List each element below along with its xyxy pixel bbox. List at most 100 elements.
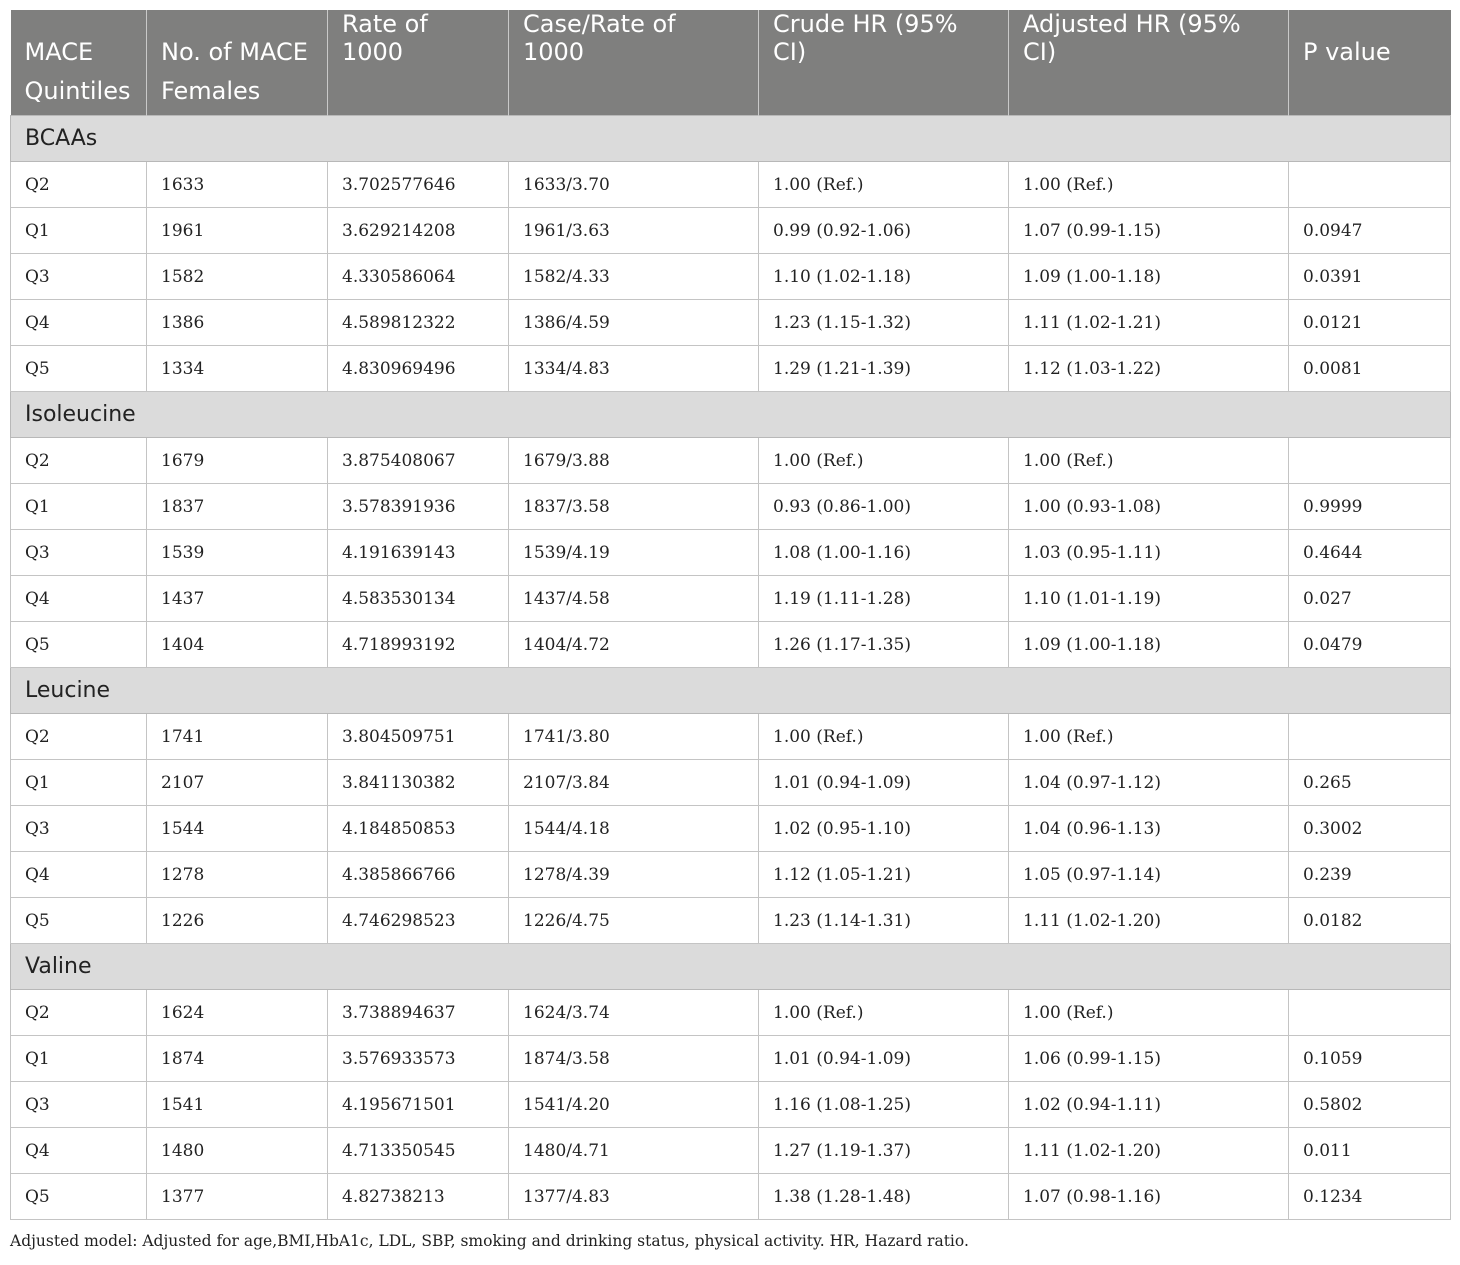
- table-cell: Q5: [10, 897, 147, 944]
- table-cell: 0.93 (0.86-1.00): [758, 483, 1009, 530]
- table-row: Q1 1837 3.578391936 1837/3.58 0.93 (0.86-1.0…: [10, 483, 1451, 530]
- table-cell: 1961/3.63: [508, 207, 759, 254]
- table-cell: 1.00 (Ref.): [1008, 989, 1289, 1036]
- table-cell: 1541: [146, 1081, 328, 1128]
- table-row: Q2 1624 3.738894637 1624/3.74 1.00 (Ref.) 1.0…: [10, 989, 1451, 1036]
- table-cell: 1480: [146, 1127, 328, 1174]
- table-cell: 0.99 (0.92-1.06): [758, 207, 1009, 254]
- table-cell: 1.05 (0.97-1.14): [1008, 851, 1289, 898]
- table-cell: 1539: [146, 529, 328, 576]
- table-cell: 1.12 (1.03-1.22): [1008, 345, 1289, 392]
- table-cell: Q4: [10, 299, 147, 346]
- table-cell: 1.00 (Ref.): [1008, 713, 1289, 760]
- table-cell: 1437: [146, 575, 328, 622]
- table-cell: 1.38 (1.28-1.48): [758, 1173, 1009, 1220]
- group-label: BCAAs: [10, 115, 1451, 162]
- table-cell: 1480/4.71: [508, 1127, 759, 1174]
- table-cell: Q1: [10, 483, 147, 530]
- table-cell: Q4: [10, 851, 147, 898]
- header-cell: Crude HR (95% CI): [758, 10, 1009, 66]
- table-cell: 1633: [146, 161, 328, 208]
- table-cell: 1.11 (1.02-1.20): [1008, 1127, 1289, 1174]
- table-cell: 1.01 (0.94-1.09): [758, 759, 1009, 806]
- table-cell: Q3: [10, 529, 147, 576]
- results-table-container: MACE No. of MACE Rate of 1000 Case/Rate …: [10, 10, 1451, 1220]
- table-cell: 1624: [146, 989, 328, 1036]
- table-cell: 3.875408067: [327, 437, 509, 484]
- table-cell: 1334/4.83: [508, 345, 759, 392]
- table-cell: 1.26 (1.17-1.35): [758, 621, 1009, 668]
- table-cell: 1582/4.33: [508, 253, 759, 300]
- table-cell: 3.629214208: [327, 207, 509, 254]
- table-cell: 4.385866766: [327, 851, 509, 898]
- table-cell: 1.11 (1.02-1.20): [1008, 897, 1289, 944]
- table-cell: Q5: [10, 345, 147, 392]
- header-cell: Adjusted HR (95% CI): [1008, 10, 1289, 66]
- table-cell: 1404/4.72: [508, 621, 759, 668]
- table-cell: 1624/3.74: [508, 989, 759, 1036]
- header-cell: [758, 66, 1009, 116]
- table-cell: 1.29 (1.21-1.39): [758, 345, 1009, 392]
- table-cell: 1386/4.59: [508, 299, 759, 346]
- table-header: MACE No. of MACE Rate of 1000 Case/Rate …: [10, 10, 1451, 116]
- table-cell: 4.82738213: [327, 1173, 509, 1220]
- table-cell: 0.1234: [1288, 1173, 1451, 1220]
- table-row: Q4 1386 4.589812322 1386/4.59 1.23 (1.15-1.3…: [10, 299, 1451, 346]
- table-cell: 1226: [146, 897, 328, 944]
- table-cell: 1.01 (0.94-1.09): [758, 1035, 1009, 1082]
- table-cell: 1837: [146, 483, 328, 530]
- table-cell: Q4: [10, 575, 147, 622]
- table-cell: 1.00 (Ref.): [1008, 161, 1289, 208]
- table-cell: 1874/3.58: [508, 1035, 759, 1082]
- table-cell: Q2: [10, 161, 147, 208]
- table-row: Q4 1278 4.385866766 1278/4.39 1.12 (1.05-1.2…: [10, 851, 1451, 898]
- table-cell: 1.23 (1.14-1.31): [758, 897, 1009, 944]
- table-cell: 0.0391: [1288, 253, 1451, 300]
- table-cell: Q4: [10, 1127, 147, 1174]
- table-row: Q2 1633 3.702577646 1633/3.70 1.00 (Ref.) 1.0…: [10, 161, 1451, 208]
- table-cell: 0.011: [1288, 1127, 1451, 1174]
- table-cell: 1.00 (Ref.): [758, 713, 1009, 760]
- table-cell: 1334: [146, 345, 328, 392]
- table-cell: 1.27 (1.19-1.37): [758, 1127, 1009, 1174]
- table-cell: 1.08 (1.00-1.16): [758, 529, 1009, 576]
- table-row: Q3 1544 4.184850853 1544/4.18 1.02 (0.95-1.1…: [10, 805, 1451, 852]
- table-cell: 1.03 (0.95-1.11): [1008, 529, 1289, 576]
- table-cell: 1.10 (1.02-1.18): [758, 253, 1009, 300]
- table-cell: 0.5802: [1288, 1081, 1451, 1128]
- table-row: Q1 1874 3.576933573 1874/3.58 1.01 (0.94-1.0…: [10, 1035, 1451, 1082]
- table-cell: [1288, 989, 1451, 1036]
- table-cell: 0.4644: [1288, 529, 1451, 576]
- table-cell: 1377: [146, 1173, 328, 1220]
- group-label: Leucine: [10, 667, 1451, 714]
- table-body: BCAAs Q2 1633 3.702577646 1633/3.70 1.00 (Ref…: [10, 115, 1451, 1220]
- results-table: MACE No. of MACE Rate of 1000 Case/Rate …: [10, 10, 1451, 1220]
- table-cell: 1377/4.83: [508, 1173, 759, 1220]
- table-cell: 3.578391936: [327, 483, 509, 530]
- table-row: Q3 1582 4.330586064 1582/4.33 1.10 (1.02-1.1…: [10, 253, 1451, 300]
- table-cell: 4.184850853: [327, 805, 509, 852]
- table-cell: 3.804509751: [327, 713, 509, 760]
- table-cell: 0.0479: [1288, 621, 1451, 668]
- table-cell: 4.830969496: [327, 345, 509, 392]
- table-cell: 1541/4.20: [508, 1081, 759, 1128]
- table-row: Q1 2107 3.841130382 2107/3.84 1.01 (0.94-1.0…: [10, 759, 1451, 806]
- group-row: Valine: [10, 943, 1451, 990]
- table-cell: 1679: [146, 437, 328, 484]
- table-cell: 4.583530134: [327, 575, 509, 622]
- table-cell: 1278: [146, 851, 328, 898]
- table-cell: 1.00 (Ref.): [758, 989, 1009, 1036]
- group-label: Valine: [10, 943, 1451, 990]
- header-cell: [327, 66, 509, 116]
- table-cell: 0.1059: [1288, 1035, 1451, 1082]
- table-cell: Q5: [10, 1173, 147, 1220]
- table-cell: 1679/3.88: [508, 437, 759, 484]
- table-cell: Q3: [10, 1081, 147, 1128]
- table-footnote: Adjusted model: Adjusted for age,BMI,HbA…: [10, 1232, 969, 1250]
- table-cell: 1539/4.19: [508, 529, 759, 576]
- table-cell: 0.239: [1288, 851, 1451, 898]
- table-cell: 1874: [146, 1035, 328, 1082]
- table-cell: 4.718993192: [327, 621, 509, 668]
- header-cell: [1288, 66, 1451, 116]
- table-cell: 1.16 (1.08-1.25): [758, 1081, 1009, 1128]
